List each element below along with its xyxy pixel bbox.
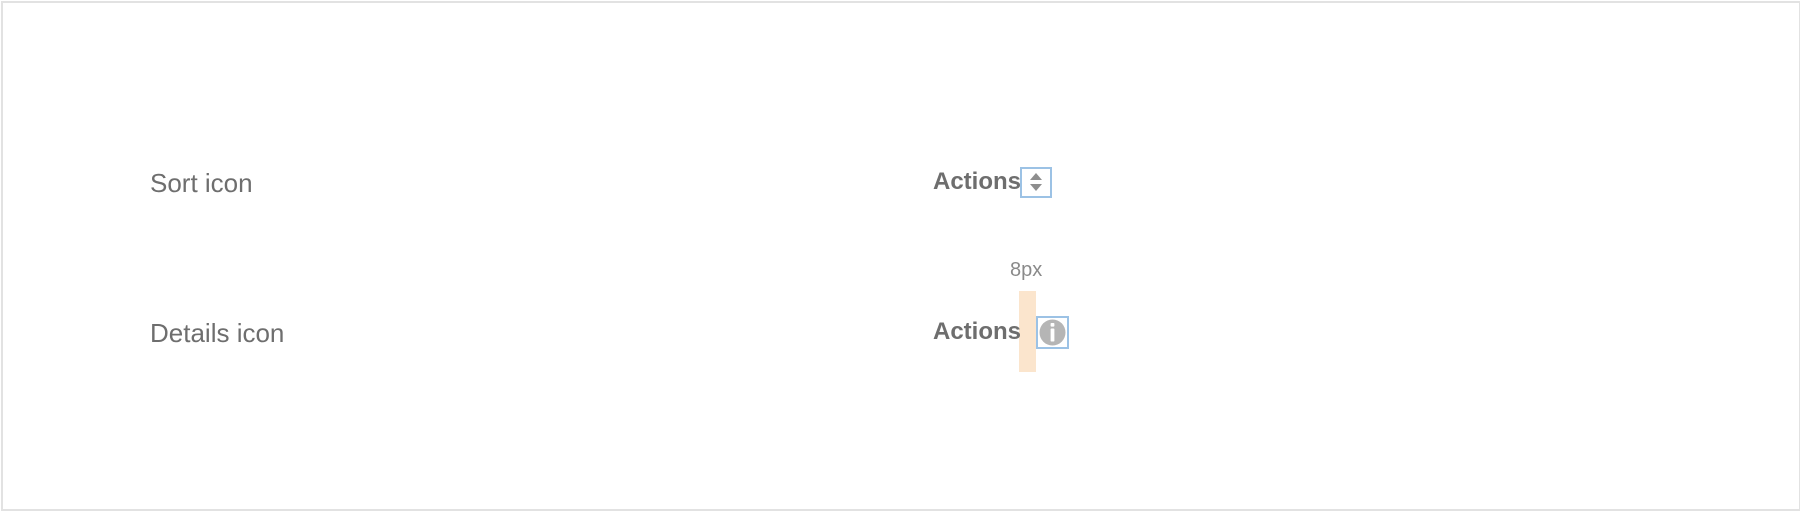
column-header-actions-details: Actions (933, 318, 1022, 345)
spec-frame: Sort icon Actions Details icon 8px Actio… (1, 1, 1800, 511)
sort-icon-bounding-box[interactable] (1020, 167, 1052, 198)
row-label-sort-icon: Sort icon (150, 168, 253, 198)
spacing-gap-highlight (1019, 291, 1036, 372)
row-label-details-icon: Details icon (150, 318, 285, 348)
info-icon-bounding-box[interactable] (1036, 316, 1069, 349)
sort-icon (1030, 173, 1042, 191)
info-icon (1039, 319, 1066, 346)
spacing-annotation: 8px (1010, 259, 1043, 281)
column-header-actions: Actions (933, 168, 1022, 195)
